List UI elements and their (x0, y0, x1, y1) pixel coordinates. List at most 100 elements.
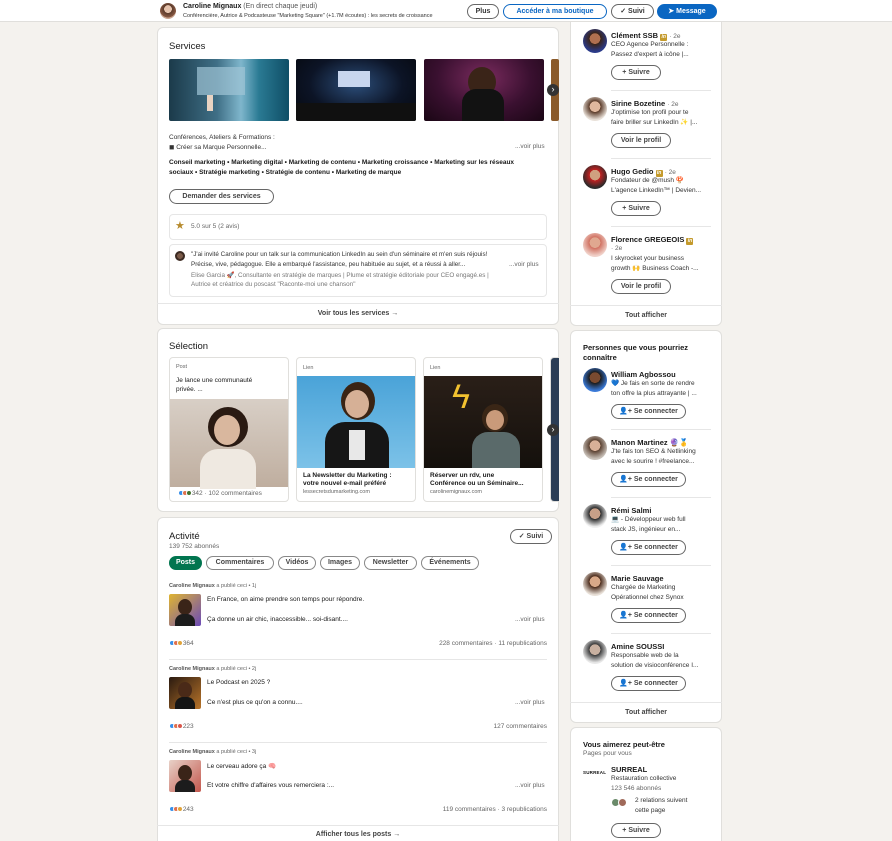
divider (611, 565, 711, 566)
service-image-2[interactable] (296, 59, 416, 121)
star-icon: ★ (175, 220, 185, 232)
tab-newsletter[interactable]: Newsletter (364, 556, 417, 570)
follow-button[interactable]: + Suivre (611, 65, 661, 80)
post-stats[interactable]: 228 commentaires · 11 republications (439, 640, 547, 647)
see-more-link[interactable]: ...voir plus (515, 699, 545, 706)
connect-button[interactable]: 👤+ Se connecter (611, 676, 686, 691)
post-image (170, 399, 288, 489)
avatar[interactable] (583, 436, 607, 460)
post-stats[interactable]: 127 commentaires (494, 723, 547, 730)
tab-videos[interactable]: Vidéos (278, 556, 316, 570)
divider (611, 429, 711, 430)
review-more-link[interactable]: ...voir plus (509, 261, 539, 268)
profile-headline: Conférencière, Autrice & Podcasteuse "Ma… (183, 13, 433, 19)
add-person-icon: 👤+ (619, 476, 634, 483)
show-all-link[interactable]: Tout afficher (570, 312, 722, 319)
avatar[interactable] (160, 3, 176, 19)
featured-link-card[interactable]: Lien La Newsletter du Marketing : votre … (296, 357, 416, 502)
follow-button[interactable]: + Suivre (611, 201, 661, 216)
tab-comments[interactable]: Commentaires (206, 556, 274, 570)
pages-title: Vous aimerez peut-être (583, 740, 665, 749)
avatar[interactable] (583, 29, 607, 53)
person-name[interactable]: William Agbossou (611, 370, 676, 379)
more-button[interactable]: Plus (467, 4, 499, 19)
company-name[interactable]: SURREAL (611, 765, 647, 774)
shop-button[interactable]: Accéder à ma boutique (503, 4, 607, 19)
person-name[interactable]: Manon Martinez 🔮🥇 (611, 438, 688, 447)
post-text-2: Ça donne un air chic, inaccessible... so… (207, 616, 348, 623)
review-text-2: Précise, vive, pédagogue. Elle a embarqu… (191, 261, 466, 268)
see-more-link[interactable]: ...voir plus (515, 143, 545, 150)
card-type-label: Post (176, 364, 188, 370)
divider (157, 303, 559, 304)
following-button[interactable]: ✓ Suivi (611, 4, 654, 19)
avatar[interactable] (583, 572, 607, 596)
follow-page-button[interactable]: + Suivre (611, 823, 661, 838)
avatar[interactable] (583, 165, 607, 189)
tab-events[interactable]: Événements (421, 556, 479, 570)
carousel-next-button[interactable]: › (547, 84, 559, 96)
see-all-posts-link[interactable]: Afficher tous les posts → (157, 831, 559, 838)
services-title: Services (169, 41, 206, 52)
pages-subtitle: Pages pour vous (583, 750, 632, 757)
post-thumbnail[interactable] (169, 677, 201, 709)
carousel-next-button[interactable]: › (547, 424, 559, 436)
following-button[interactable]: ✓ Suivi (510, 529, 552, 544)
request-services-button[interactable]: Demander des services (169, 189, 274, 204)
tab-images[interactable]: Images (320, 556, 360, 570)
view-profile-button[interactable]: Voir le profil (611, 133, 671, 148)
post-text: Le cerveau adore ça 🧠 (207, 763, 277, 770)
card-type-label: Lien (430, 365, 441, 371)
sticky-profile-bar: Caroline Mignaux (En direct chaque jeudi… (0, 0, 892, 22)
services-skills: Conseil marketing • Marketing digital • … (169, 159, 515, 166)
person-name[interactable]: Rémi Salmi (611, 506, 651, 515)
person-headline: Responsable web de la (611, 652, 679, 659)
service-image-3[interactable] (424, 59, 544, 121)
person-headline-2: faire briller sur LinkedIn ✨ |... (611, 119, 698, 126)
person-degree: · 2e (611, 245, 623, 252)
avatar[interactable] (583, 640, 607, 664)
divider (611, 633, 711, 634)
person-name[interactable]: Amine SOUSSI (611, 642, 664, 651)
post-thumbnail[interactable] (169, 760, 201, 792)
reviewer-avatar (175, 251, 185, 261)
suggestions-title-2: connaître (583, 353, 617, 362)
post-thumbnail[interactable] (169, 594, 201, 626)
connect-button[interactable]: 👤+ Se connecter (611, 472, 686, 487)
services-description: Conférences, Ateliers & Formations : (169, 134, 275, 141)
view-profile-button[interactable]: Voir le profil (611, 279, 671, 294)
see-more-link[interactable]: ...voir plus (515, 782, 545, 789)
person-name[interactable]: Sirine Bozetine · 2e (611, 99, 678, 108)
post-author: Caroline Mignaux a publié ceci • 1j (169, 583, 257, 589)
services-description-2: ◼ Créer sa Marque Personnelle... (169, 144, 267, 151)
selection-title: Sélection (169, 341, 209, 352)
company-logo[interactable]: SURREAL (583, 770, 607, 775)
service-image-1[interactable] (169, 59, 289, 121)
link-title-2: votre nouvel e-mail préféré (303, 480, 387, 487)
avatar[interactable] (583, 368, 607, 392)
connect-button[interactable]: 👤+ Se connecter (611, 540, 686, 555)
connect-button[interactable]: 👤+ Se connecter (611, 608, 686, 623)
show-all-link[interactable]: Tout afficher (570, 709, 722, 716)
avatar[interactable] (583, 97, 607, 121)
see-all-services-link[interactable]: Voir tous les services → (157, 310, 559, 317)
post-author: Caroline Mignaux a publié ceci • 2j (169, 666, 257, 672)
message-button[interactable]: ➤ Message (657, 4, 717, 19)
person-headline: Fondateur de @mush 🍄 (611, 177, 684, 184)
see-more-link[interactable]: ...voir plus (515, 616, 545, 623)
avatar[interactable] (583, 504, 607, 528)
post-text: En France, on aime prendre son temps pou… (207, 596, 365, 603)
post-author: Caroline Mignaux a publié ceci • 3j (169, 749, 257, 755)
person-name[interactable]: Marie Sauvage (611, 574, 664, 583)
post-stats[interactable]: 119 commentaires · 3 republications (443, 806, 547, 813)
featured-post-card[interactable]: Post Je lance une communauté privée. ...… (169, 357, 289, 502)
send-icon: ➤ (668, 8, 677, 15)
person-headline-2: growth 🙌 Business Coach -... (611, 265, 699, 272)
connect-button[interactable]: 👤+ Se connecter (611, 404, 686, 419)
person-headline-2: ton offre la plus attrayante | ... (611, 390, 697, 397)
featured-link-card[interactable]: Lien ϟ Réserver un rdv, une Conférence o… (423, 357, 543, 502)
avatar[interactable] (583, 233, 607, 257)
tab-posts[interactable]: Posts (169, 556, 202, 570)
divider (570, 305, 722, 306)
person-headline: I skyrocket your business (611, 255, 684, 262)
